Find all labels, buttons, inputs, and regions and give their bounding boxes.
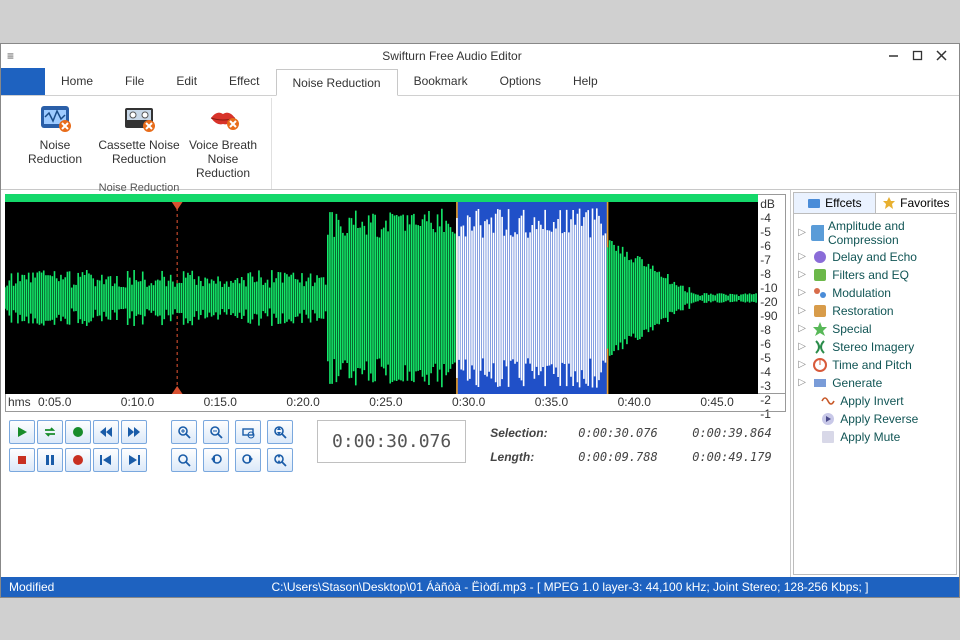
- selection-label: Selection:: [490, 426, 554, 440]
- side-tabs: Effcets Favorites: [793, 192, 957, 214]
- maximize-button[interactable]: [905, 46, 929, 66]
- app-menu-icon[interactable]: ≡: [7, 49, 23, 63]
- tab-home[interactable]: Home: [45, 68, 109, 95]
- invert-icon: [820, 393, 836, 409]
- tree-leaf-reverse[interactable]: Apply Reverse: [796, 410, 954, 428]
- modulation-icon: [812, 285, 828, 301]
- effects-icon: [807, 196, 821, 210]
- tab-noise-reduction[interactable]: Noise Reduction: [276, 69, 398, 96]
- tree-group[interactable]: ▷Filters and EQ: [796, 266, 954, 284]
- favorites-icon: [882, 196, 896, 210]
- voice-breath-noise-reduction-button[interactable]: Voice Breath Noise Reduction: [181, 98, 265, 180]
- ribbon-group-noise-reduction: Noise Reduction Cassette Noise Reduction…: [7, 98, 272, 189]
- work-area: dB -4 -5 -6 -7 -8 -10 -20 -90 -8 -6 -5 -…: [1, 190, 959, 577]
- zoom-left-button[interactable]: [203, 448, 229, 472]
- side-panel: Effcets Favorites ▷Amplitude and Compres…: [790, 190, 959, 577]
- lips-icon: [207, 102, 239, 134]
- tree-group[interactable]: ▷Special: [796, 320, 954, 338]
- zoom-right-button[interactable]: [235, 448, 261, 472]
- zoom-controls: [171, 420, 293, 472]
- selection-start: 0:00:30.076: [578, 426, 668, 440]
- time-display: 0:00:30.076: [317, 420, 466, 463]
- stereo-icon: [812, 339, 828, 355]
- go-start-button[interactable]: [93, 448, 119, 472]
- tree-group[interactable]: ▷Amplitude and Compression: [796, 218, 954, 248]
- tree-group[interactable]: ▷Delay and Echo: [796, 248, 954, 266]
- play-selection-button[interactable]: [65, 420, 91, 444]
- tree-group[interactable]: ▷Modulation: [796, 284, 954, 302]
- timeline-unit: hms: [8, 395, 38, 409]
- menubar-accent: [1, 68, 45, 95]
- tree-group[interactable]: ▷Restoration: [796, 302, 954, 320]
- db-scale: dB -4 -5 -6 -7 -8 -10 -20 -90 -8 -6 -5 -…: [758, 194, 786, 394]
- effects-tree[interactable]: ▷Amplitude and Compression ▷Delay and Ec…: [793, 214, 957, 575]
- zoom-vertical-in-button[interactable]: [267, 420, 293, 444]
- play-button[interactable]: [9, 420, 35, 444]
- zoom-vertical-out-button[interactable]: [267, 448, 293, 472]
- noise-reduction-icon: [39, 102, 71, 134]
- loop-button[interactable]: [37, 420, 63, 444]
- zoom-in-button[interactable]: [171, 420, 197, 444]
- status-path: C:\Users\Stason\Desktop\01 Áàñòà - Ёìòđí…: [189, 580, 951, 594]
- status-bar: Modified C:\Users\Stason\Desktop\01 Áàñò…: [1, 577, 959, 597]
- side-tab-favorites[interactable]: Favorites: [876, 193, 956, 213]
- total-length: 0:00:49.179: [692, 450, 782, 464]
- tree-group[interactable]: ▷Stereo Imagery: [796, 338, 954, 356]
- titlebar: ≡ Swifturn Free Audio Editor: [1, 44, 959, 68]
- ribbon-btn-label: Voice Breath Noise Reduction: [181, 138, 265, 180]
- go-end-button[interactable]: [121, 448, 147, 472]
- status-modified: Modified: [9, 580, 189, 594]
- ribbon-btn-label: Noise Reduction: [13, 138, 97, 166]
- menubar: Home File Edit Effect Noise Reduction Bo…: [1, 68, 959, 96]
- tab-bookmark[interactable]: Bookmark: [398, 68, 484, 95]
- tree-leaf-mute[interactable]: Apply Mute: [796, 428, 954, 446]
- selection-end: 0:00:39.864: [692, 426, 782, 440]
- ribbon: Noise Reduction Cassette Noise Reduction…: [1, 96, 959, 190]
- tab-options[interactable]: Options: [484, 68, 557, 95]
- amplitude-icon: [811, 225, 824, 241]
- stop-button[interactable]: [9, 448, 35, 472]
- tab-edit[interactable]: Edit: [160, 68, 213, 95]
- side-tab-effects[interactable]: Effcets: [794, 193, 875, 213]
- tab-effect[interactable]: Effect: [213, 68, 275, 95]
- tree-leaf-invert[interactable]: Apply Invert: [796, 392, 954, 410]
- ribbon-btn-label: Cassette Noise Reduction: [97, 138, 181, 166]
- fast-forward-button[interactable]: [121, 420, 147, 444]
- rewind-button[interactable]: [93, 420, 119, 444]
- length-value: 0:00:09.788: [578, 450, 668, 464]
- tab-help[interactable]: Help: [557, 68, 614, 95]
- main-pane: dB -4 -5 -6 -7 -8 -10 -20 -90 -8 -6 -5 -…: [1, 190, 790, 577]
- close-button[interactable]: [929, 46, 953, 66]
- db-label: dB: [760, 197, 783, 211]
- restoration-icon: [812, 303, 828, 319]
- reverse-icon: [820, 411, 836, 427]
- timeline[interactable]: hms 0:05.0 0:10.0 0:15.0 0:20.0 0:25.0 0…: [5, 394, 786, 412]
- cassette-noise-reduction-button[interactable]: Cassette Noise Reduction: [97, 98, 181, 180]
- waveform-canvas[interactable]: [5, 194, 758, 394]
- zoom-out-button[interactable]: [203, 420, 229, 444]
- tree-group[interactable]: ▷Generate: [796, 374, 954, 392]
- tab-file[interactable]: File: [109, 68, 160, 95]
- record-button[interactable]: [65, 448, 91, 472]
- minimize-button[interactable]: [881, 46, 905, 66]
- zoom-fit-button[interactable]: [171, 448, 197, 472]
- noise-reduction-button[interactable]: Noise Reduction: [13, 98, 97, 180]
- special-icon: [812, 321, 828, 337]
- selection-info: Selection: 0:00:30.076 0:00:39.864 Lengt…: [490, 420, 782, 464]
- transport: [9, 420, 147, 472]
- time-pitch-icon: [812, 357, 828, 373]
- filters-icon: [812, 267, 828, 283]
- controls: 0:00:30.076 Selection: 0:00:30.076 0:00:…: [5, 412, 786, 476]
- delay-icon: [812, 249, 828, 265]
- zoom-selection-button[interactable]: [235, 420, 261, 444]
- waveform-area: dB -4 -5 -6 -7 -8 -10 -20 -90 -8 -6 -5 -…: [5, 194, 786, 394]
- window-title: Swifturn Free Audio Editor: [23, 49, 881, 63]
- cassette-icon: [123, 102, 155, 134]
- generate-icon: [812, 375, 828, 391]
- length-label: Length:: [490, 450, 554, 464]
- pause-button[interactable]: [37, 448, 63, 472]
- tree-group[interactable]: ▷Time and Pitch: [796, 356, 954, 374]
- app-window: ≡ Swifturn Free Audio Editor Home File E…: [0, 43, 960, 598]
- mute-icon: [820, 429, 836, 445]
